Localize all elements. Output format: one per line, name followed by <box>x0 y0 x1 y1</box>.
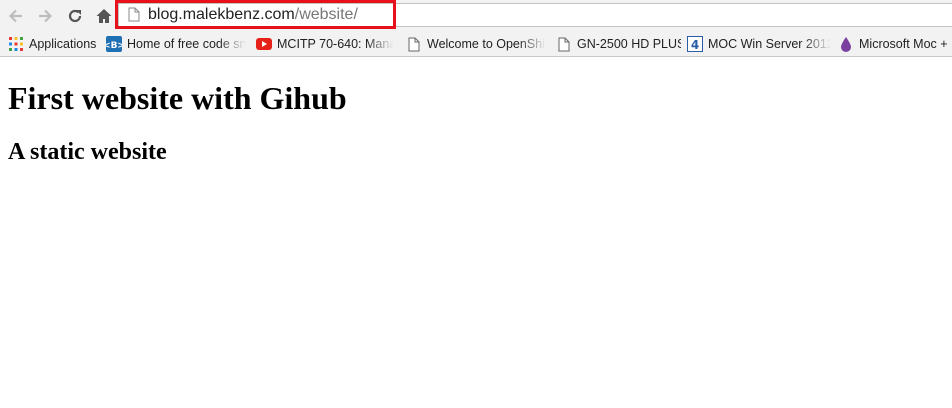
bookmark-label: GN-2500 HD PLUS <box>577 37 681 51</box>
svg-text:4: 4 <box>691 38 699 52</box>
youtube-icon <box>256 36 272 52</box>
forward-button[interactable] <box>35 6 55 26</box>
bookmark-label: MCITP 70-640: Manag <box>277 37 394 51</box>
bookmark-moc-win-server[interactable]: 4 MOC Win Server 2012 <box>687 35 831 53</box>
page-subheading: A static website <box>8 139 167 165</box>
four-logo-icon: 4 <box>687 36 703 52</box>
bookmark-gn2500[interactable]: GN-2500 HD PLUS <box>556 35 681 53</box>
bookmark-mcitp[interactable]: MCITP 70-640: Manag <box>256 35 394 53</box>
home-icon <box>96 9 112 23</box>
bookmark-label: Microsoft Moc + <box>859 37 948 51</box>
svg-text:<B>: <B> <box>106 41 122 51</box>
page-icon <box>556 36 572 52</box>
bookmark-label: Home of free code sn <box>127 37 246 51</box>
bookmark-label: Welcome to OpenShif <box>427 37 546 51</box>
apps-grid-icon <box>8 36 24 52</box>
drop-icon <box>838 36 854 52</box>
bookmarks-bar: Applications <B> Home of free code sn MC… <box>0 32 952 57</box>
bookmark-applications[interactable]: Applications <box>8 35 98 53</box>
bookmark-microsoft-moc[interactable]: Microsoft Moc + <box>838 35 952 53</box>
back-button[interactable] <box>6 6 26 26</box>
reload-button[interactable] <box>65 6 85 26</box>
b-logo-icon: <B> <box>106 36 122 52</box>
page-heading: First website with Gihub <box>8 80 347 116</box>
home-button[interactable] <box>94 6 114 26</box>
bookmark-label: Applications <box>29 37 97 51</box>
bookmark-openshift[interactable]: Welcome to OpenShif <box>406 35 546 53</box>
url-highlight-box <box>115 0 396 29</box>
page-icon <box>406 36 422 52</box>
reload-icon <box>68 9 82 23</box>
arrow-left-icon <box>8 9 22 23</box>
bookmark-free-code[interactable]: <B> Home of free code sn <box>106 35 246 53</box>
bookmark-label: MOC Win Server 2012 <box>708 37 831 51</box>
arrow-right-icon <box>39 9 53 23</box>
browser-toolbar: blog.malekbenz.com/website/ <box>0 0 952 32</box>
